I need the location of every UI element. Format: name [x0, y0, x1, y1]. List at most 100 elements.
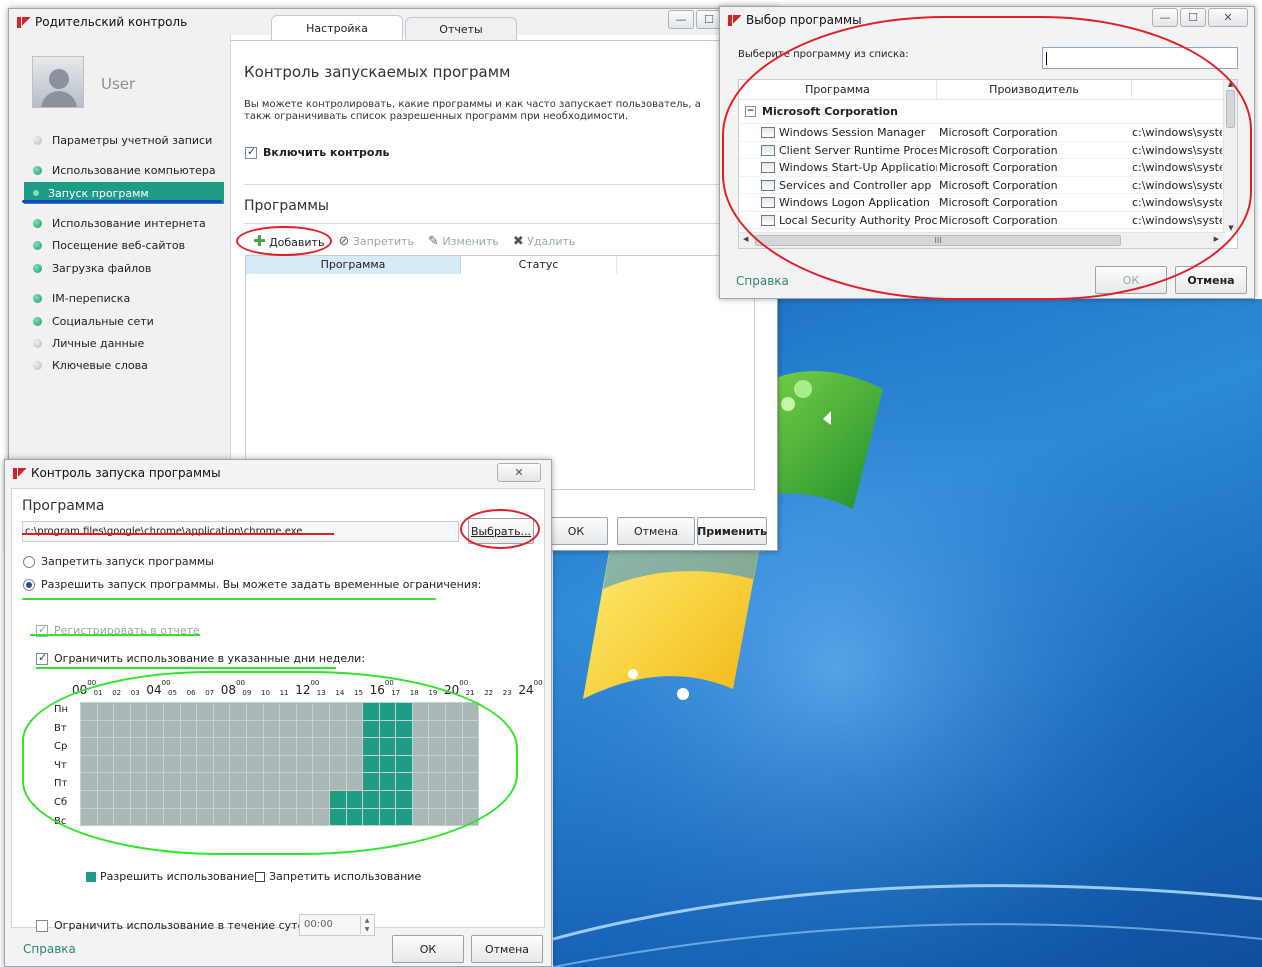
program-path-value: c:\program files\google\chrome\applicati… [25, 526, 303, 537]
limit-days-label: Ограничить использование в указанные дни… [54, 652, 366, 665]
table-header: Программа Статус [246, 256, 754, 274]
delete-button[interactable]: ✖ Удалить [513, 234, 576, 249]
tabs-divider [231, 40, 777, 41]
sidebar-item-label: Использование интернета [52, 217, 206, 230]
annotation-red-add-circle [236, 226, 332, 256]
status-dot-icon [33, 190, 39, 196]
column-program[interactable]: Программа [246, 256, 461, 274]
avatar[interactable] [32, 56, 84, 108]
sidebar-item-label: Использование компьютера [52, 164, 216, 177]
annotation-red-path-underline [22, 533, 334, 535]
kaspersky-logo-icon [17, 16, 30, 28]
help-link[interactable]: Справка [736, 274, 789, 288]
sidebar-item-computer-usage[interactable]: Использование компьютера [33, 164, 216, 177]
apply-label: Применить [697, 524, 767, 538]
edit-button[interactable]: ✎ Изменить [428, 234, 499, 249]
annotation-red-choose-circle [460, 509, 540, 549]
sidebar-item-im[interactable]: IM-переписка [33, 292, 130, 305]
close-icon[interactable]: ✕ [497, 463, 541, 482]
sidebar-item-label: Ключевые слова [52, 359, 148, 372]
section-description: Вы можете контролировать, какие программ… [244, 99, 701, 122]
cancel-label: Отмена [633, 524, 679, 538]
status-dot-icon [33, 317, 42, 326]
delete-label: Удалить [527, 234, 576, 248]
section-title: Контроль запускаемых программ [244, 63, 511, 81]
allow-radio-label: Разрешить запуск программы. Вы можете за… [41, 578, 482, 591]
kaspersky-logo-icon [13, 467, 26, 479]
status-dot-icon [33, 136, 42, 145]
annotation-red-select-dialog [722, 16, 1252, 300]
sidebar-item-internet-usage[interactable]: Использование интернета [33, 217, 206, 230]
divider [244, 184, 759, 185]
radio-icon [23, 579, 35, 591]
column-status[interactable]: Статус [461, 256, 617, 274]
status-dot-icon [33, 166, 42, 175]
launch-caption-buttons: ✕ [497, 463, 541, 482]
ok-label: ОК [567, 524, 585, 538]
annotation-green-limit-underline [36, 667, 336, 669]
edit-label: Изменить [442, 234, 499, 248]
annotation-green-allow-underline [22, 598, 436, 600]
deny-launch-radio[interactable]: Запретить запуск программы [23, 555, 214, 568]
tab-reports[interactable]: Отчеты [405, 17, 517, 41]
launch-titlebar: Контроль запуска программы [5, 460, 551, 486]
spinner-icon[interactable]: ▲ ▼ [360, 916, 373, 934]
programs-table: Программа Статус [245, 255, 755, 490]
minimize-icon[interactable]: — [668, 10, 694, 29]
limit-daily-checkbox[interactable]: Ограничить использование в течение суток… [36, 919, 315, 932]
hour-minutes: 00 [459, 679, 469, 687]
daily-time-input[interactable]: 00:00 ▲ ▼ [299, 914, 375, 936]
kaspersky-logo-icon [728, 14, 741, 26]
launch-title: Контроль запуска программы [31, 466, 221, 480]
legend-allow-label: Разрешить использование [100, 870, 255, 883]
minimize-icon[interactable]: — [1152, 8, 1178, 27]
cancel-button[interactable]: Отмена [471, 935, 543, 963]
checkbox-icon [245, 145, 257, 159]
select-caption-buttons: — ☐ ✕ [1152, 8, 1248, 27]
block-button[interactable]: ⊘ Запретить [338, 234, 414, 249]
status-dot-icon [33, 294, 42, 303]
hour-major-value: 24 [518, 683, 534, 697]
tab-reports-label: Отчеты [439, 23, 483, 36]
sidebar-item-label: Параметры учетной записи [52, 134, 213, 147]
sidebar-item-websites[interactable]: Посещение веб-сайтов [33, 239, 185, 252]
scroll-left-icon[interactable]: ◀ [743, 235, 748, 243]
cancel-button[interactable]: Отмена [617, 517, 695, 545]
hour-minor-label: 22 [484, 689, 494, 697]
legend-deny-swatch-icon [255, 871, 265, 882]
maximize-icon[interactable]: ☐ [1180, 8, 1206, 27]
sidebar-item-label: Личные данные [52, 337, 145, 350]
sidebar-item-label: Посещение веб-сайтов [52, 239, 186, 252]
main-title: Родительский контроль [35, 15, 188, 29]
program-label: Программа [22, 498, 105, 514]
enable-control-checkbox[interactable]: Включить контроль [245, 145, 389, 159]
status-dot-icon [33, 339, 42, 348]
hour-minor-label: 23 [502, 689, 512, 697]
avatar-head-icon [49, 69, 69, 89]
legend-deny: Запретить использование [255, 870, 421, 883]
tab-settings-label: Настройка [306, 22, 368, 35]
limit-days-checkbox[interactable]: Ограничить использование в указанные дни… [36, 651, 366, 665]
ok-button[interactable]: ОК [392, 935, 464, 963]
sidebar-item-personal-data[interactable]: Личные данные [33, 337, 144, 350]
sidebar-item-account[interactable]: Параметры учетной записи [33, 134, 212, 147]
hour-minor-label: 21 [465, 689, 475, 697]
cancel-label: Отмена [1187, 273, 1235, 287]
sidebar-item-downloads[interactable]: Загрузка файлов [33, 262, 151, 275]
daily-time-value: 00:00 [304, 919, 333, 930]
ok-button[interactable]: ОК [544, 517, 608, 545]
sidebar-item-keywords[interactable]: Ключевые слова [33, 359, 148, 372]
annotation-green-log-underline [30, 634, 200, 636]
sidebar-item-label: Социальные сети [52, 315, 154, 328]
status-dot-icon [33, 264, 42, 273]
status-dot-icon [33, 241, 42, 250]
tab-settings[interactable]: Настройка [271, 15, 403, 41]
allow-launch-radio[interactable]: Разрешить запуск программы. Вы можете за… [23, 578, 481, 591]
program-path-field[interactable]: c:\program files\google\chrome\applicati… [22, 521, 459, 542]
help-link[interactable]: Справка [23, 942, 76, 956]
close-icon[interactable]: ✕ [1208, 8, 1248, 27]
deny-radio-label: Запретить запуск программы [41, 555, 214, 568]
apply-button[interactable]: Применить [697, 517, 767, 545]
sidebar-item-label: Запуск программ [48, 186, 149, 200]
sidebar-item-social[interactable]: Социальные сети [33, 315, 154, 328]
